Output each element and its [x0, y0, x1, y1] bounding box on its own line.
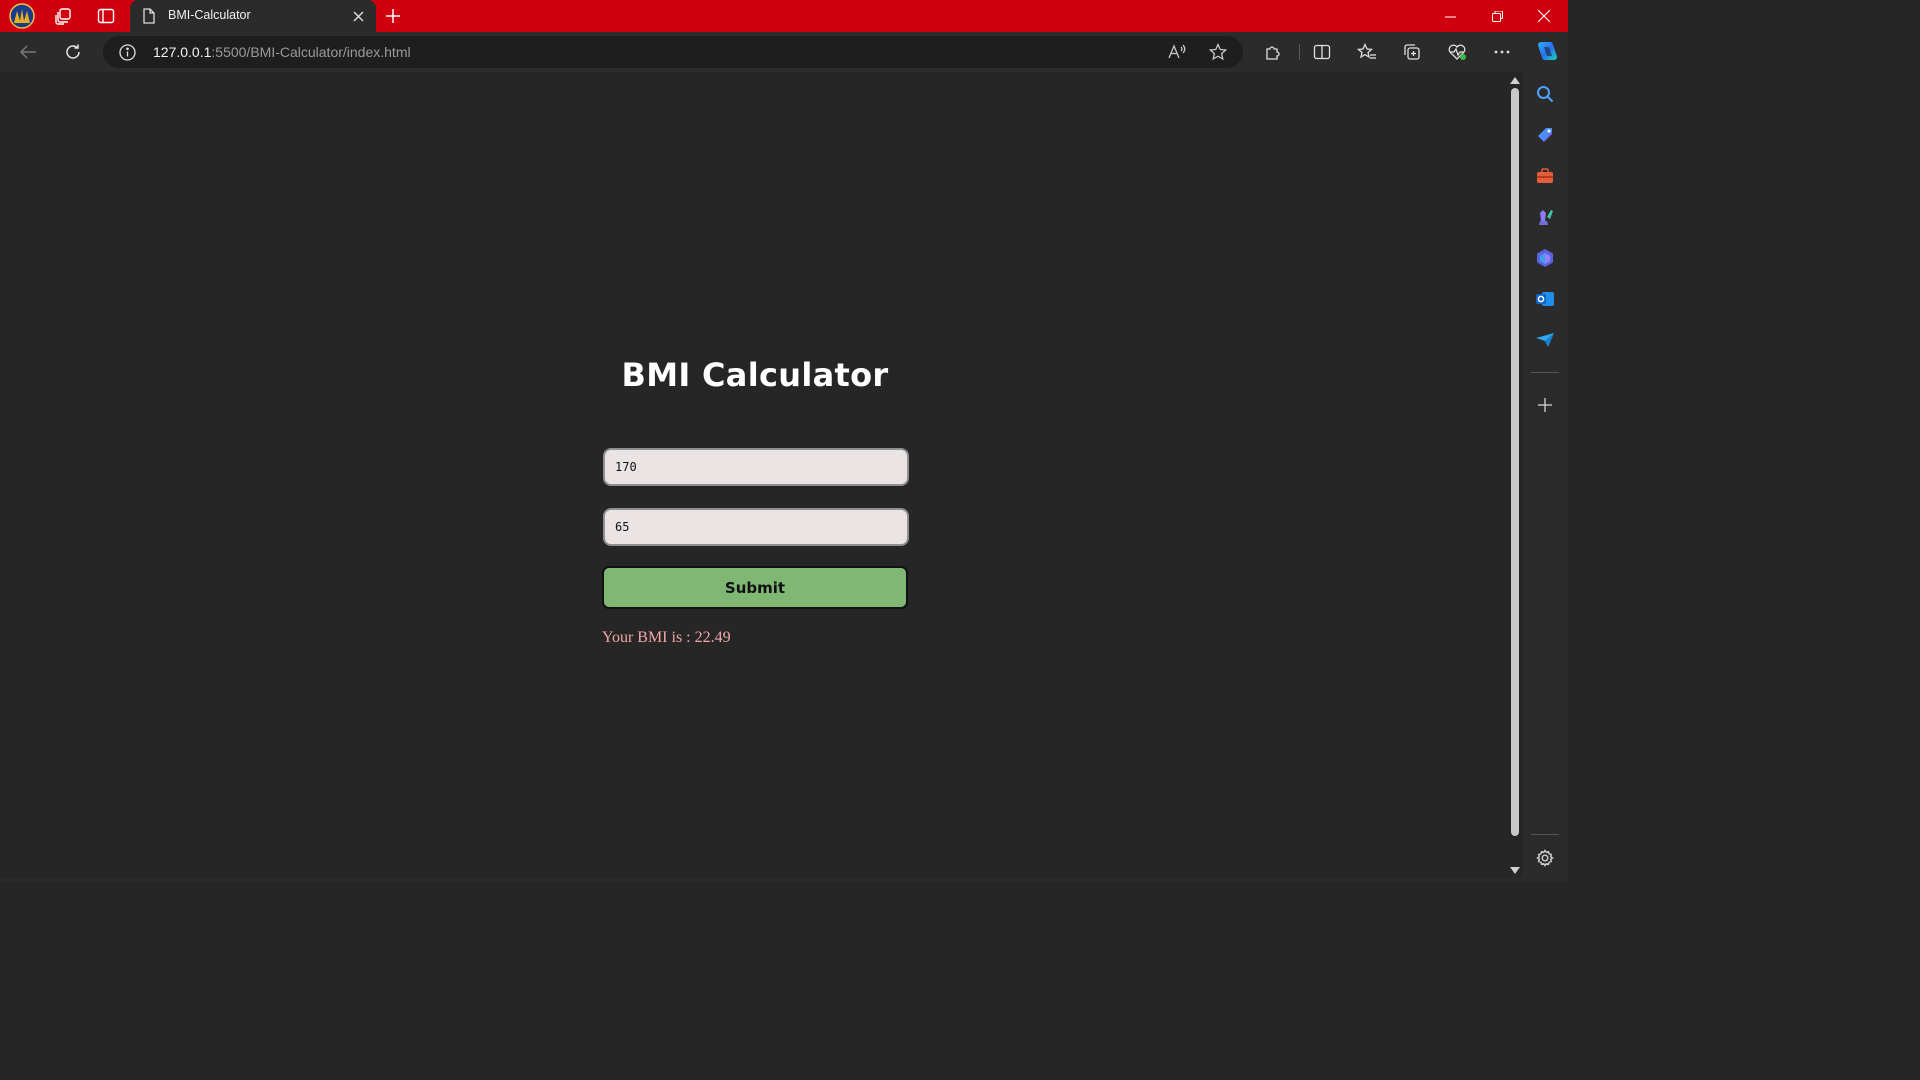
scroll-up-icon[interactable]: [1510, 75, 1520, 85]
sidebar-divider: [1531, 372, 1559, 373]
page-scrollbar[interactable]: [1507, 72, 1523, 878]
tab-actions-icon[interactable]: [86, 0, 126, 32]
close-window-icon[interactable]: [1521, 0, 1567, 32]
page-icon: [142, 8, 156, 29]
favorites-icon[interactable]: [1352, 37, 1382, 67]
games-icon[interactable]: [1534, 206, 1556, 228]
site-info-icon[interactable]: [119, 44, 136, 66]
toolbar-divider: [1299, 44, 1300, 60]
weight-input[interactable]: [603, 508, 909, 546]
settings-icon[interactable]: [1534, 847, 1556, 869]
bmi-result: Your BMI is : 22.49: [602, 629, 731, 646]
search-icon[interactable]: [1534, 83, 1556, 105]
minimize-icon[interactable]: [1427, 0, 1473, 32]
active-tab[interactable]: BMI-Calculator: [130, 0, 376, 32]
sidebar-divider-bottom: [1531, 834, 1559, 835]
close-tab-icon[interactable]: [348, 6, 368, 26]
shopping-icon[interactable]: [1534, 124, 1556, 146]
profile-avatar-icon[interactable]: [2, 0, 42, 32]
favorite-star-icon[interactable]: [1208, 42, 1228, 66]
add-icon[interactable]: [1534, 394, 1556, 416]
page-title: BMI Calculator: [621, 356, 889, 394]
drop-icon[interactable]: [1534, 329, 1556, 351]
browser-toolbar: 127.0.0.1:5500/BMI-Calculator/index.html: [0, 32, 1568, 72]
new-tab-icon[interactable]: [380, 4, 406, 28]
copilot-icon[interactable]: [1531, 37, 1561, 67]
browser-sidebar: [1523, 72, 1568, 882]
scroll-thumb[interactable]: [1511, 88, 1519, 836]
height-input[interactable]: [603, 448, 909, 486]
read-aloud-icon[interactable]: [1167, 43, 1187, 66]
extensions-icon[interactable]: [1258, 37, 1288, 67]
restore-icon[interactable]: [1474, 0, 1520, 32]
workspaces-icon[interactable]: [43, 0, 83, 32]
tab-title: BMI-Calculator: [168, 8, 251, 22]
url-host: 127.0.0.1: [153, 44, 212, 60]
split-screen-icon[interactable]: [1307, 37, 1337, 67]
tools-icon[interactable]: [1534, 165, 1556, 187]
submit-button[interactable]: Submit: [602, 566, 908, 609]
outlook-icon[interactable]: [1534, 288, 1556, 310]
page-viewport: BMI Calculator Submit Your BMI is : 22.4…: [4, 72, 1506, 878]
back-icon[interactable]: [12, 37, 44, 67]
browser-essentials-icon[interactable]: [1442, 37, 1472, 67]
address-bar[interactable]: 127.0.0.1:5500/BMI-Calculator/index.html: [103, 36, 1243, 68]
more-icon[interactable]: [1487, 37, 1517, 67]
refresh-icon[interactable]: [57, 37, 89, 67]
url-text[interactable]: 127.0.0.1:5500/BMI-Calculator/index.html: [153, 44, 411, 60]
window-bottom-border: [0, 878, 1523, 882]
title-bar: BMI-Calculator: [0, 0, 1568, 32]
copilot-sidebar-icon[interactable]: [1534, 247, 1556, 269]
url-path: :5500/BMI-Calculator/index.html: [211, 44, 411, 60]
collections-icon[interactable]: [1397, 37, 1427, 67]
scroll-down-icon[interactable]: [1510, 865, 1520, 875]
